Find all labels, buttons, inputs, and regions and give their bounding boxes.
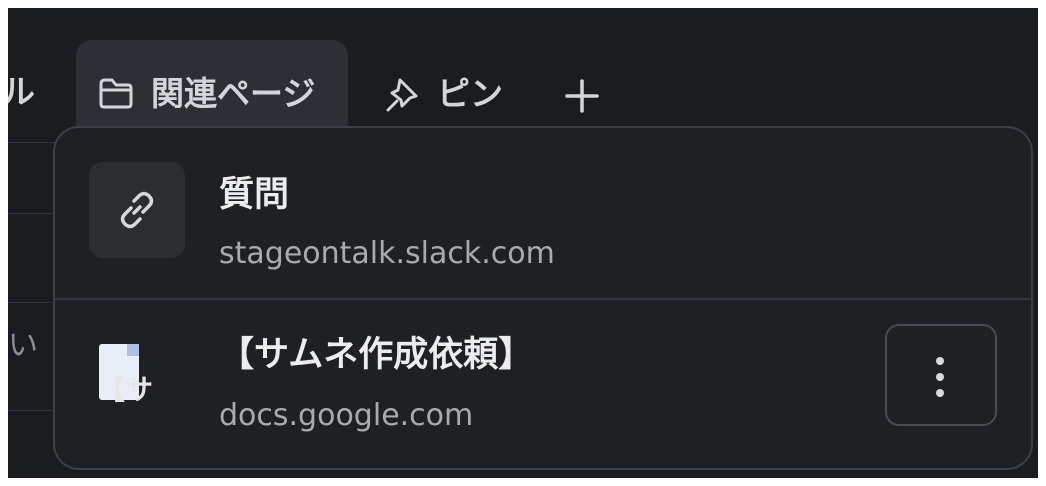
plus-icon[interactable] xyxy=(564,78,600,114)
thumbnail-text: 【サ xyxy=(97,373,154,406)
related-page-title: 【サムネ作成依頼】 xyxy=(219,335,534,375)
related-page-domain: stageontalk.slack.com xyxy=(219,236,555,271)
tab-partial-label[interactable]: ル xyxy=(8,70,35,114)
link-icon xyxy=(89,162,185,258)
tab-pins-label: ピン xyxy=(437,74,503,113)
related-page-title: 質問 xyxy=(219,175,290,215)
folder-icon xyxy=(98,77,134,113)
related-page-domain: docs.google.com xyxy=(219,398,474,433)
related-pages-popover: 質問 stageontalk.slack.com 【サ 【サムネ作成依頼】 do… xyxy=(53,126,1033,470)
related-page-item[interactable]: 質問 stageontalk.slack.com xyxy=(55,128,1031,298)
pin-icon xyxy=(382,76,422,118)
tab-bar: ル 関連ページ ピン xyxy=(8,8,1038,142)
app-frame: ル 関連ページ ピン い 質問 stageontalk.slack.com 【サ… xyxy=(8,8,1038,478)
background-text: い xyxy=(8,328,38,363)
related-page-item[interactable]: 【サ 【サムネ作成依頼】 docs.google.com xyxy=(55,300,1031,468)
tab-related-pages-label: 関連ページ xyxy=(151,74,316,113)
more-options-button[interactable] xyxy=(885,324,997,426)
google-docs-thumbnail: 【サ xyxy=(97,344,177,414)
